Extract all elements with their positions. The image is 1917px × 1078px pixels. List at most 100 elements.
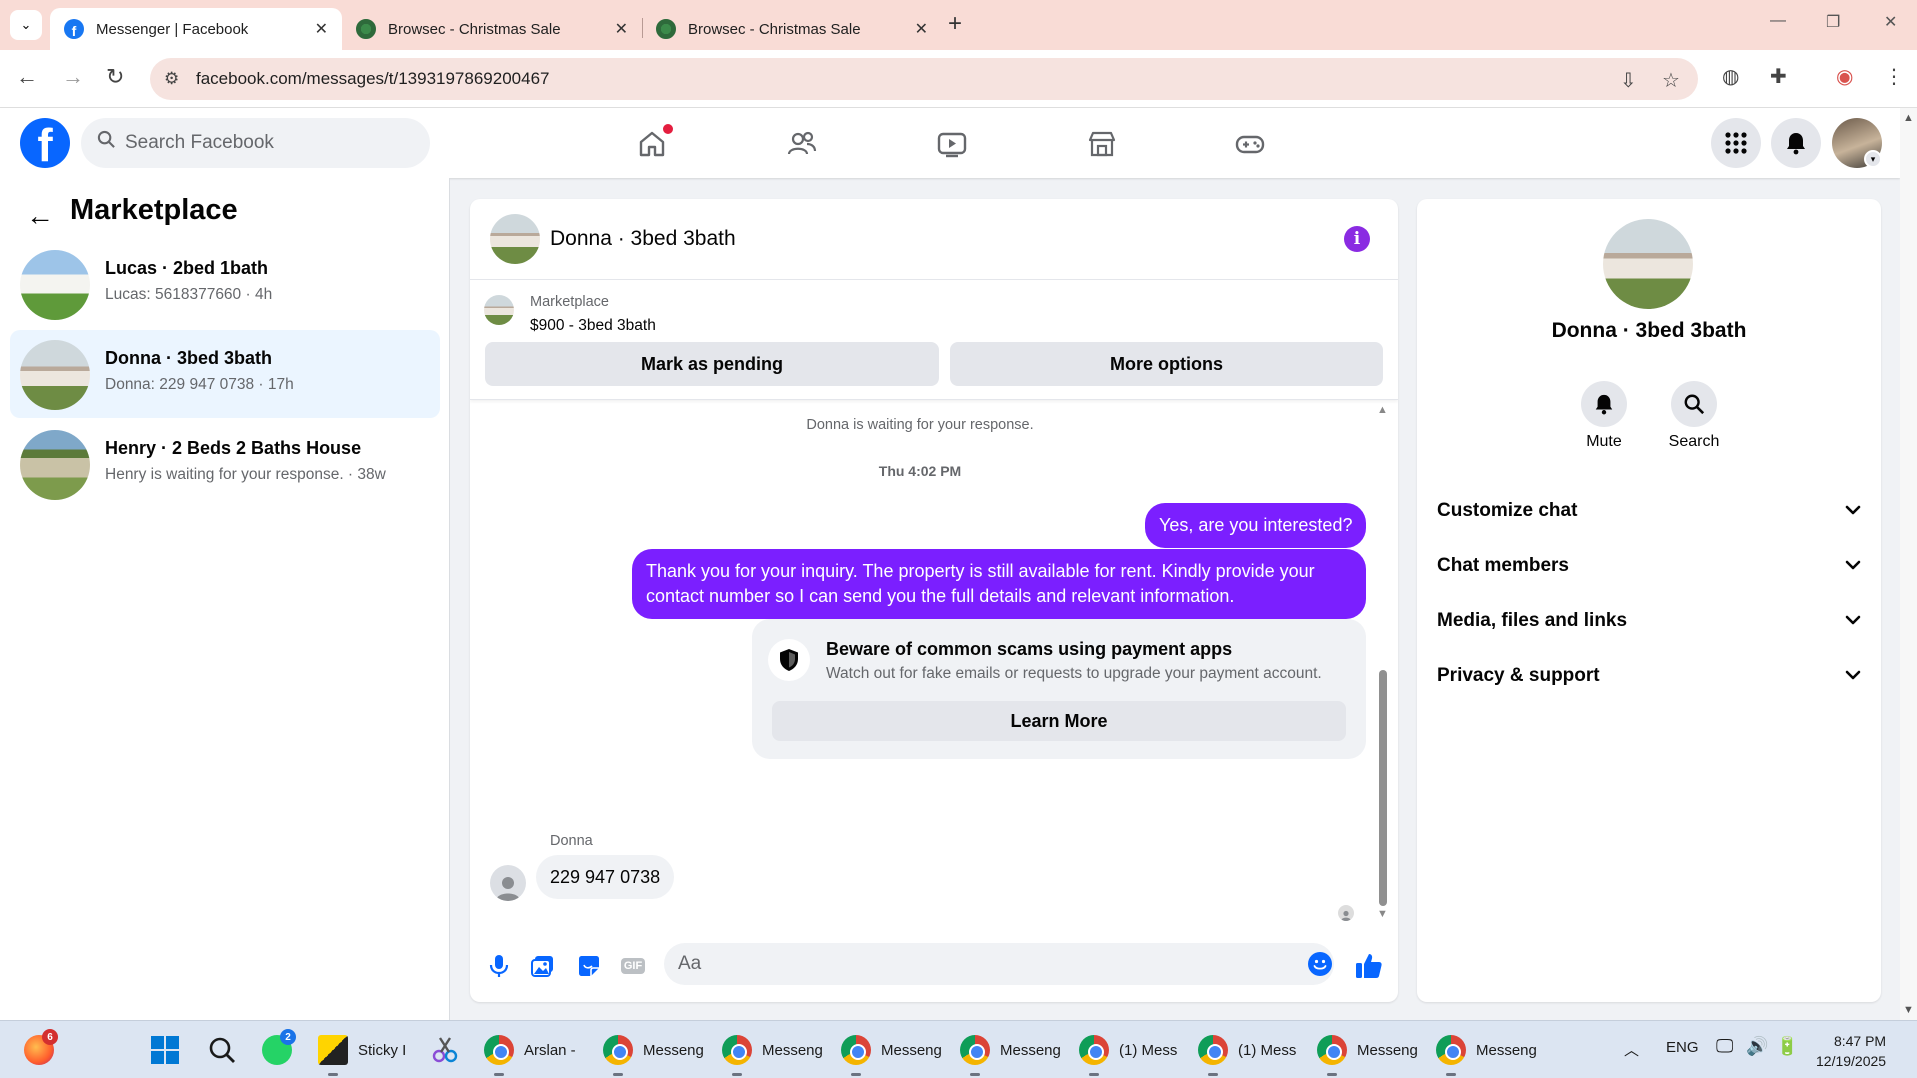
section-privacy-support[interactable]: Privacy & support — [1437, 654, 1861, 698]
chevron-down-icon[interactable]: ▾ — [1864, 150, 1882, 168]
facebook-logo-icon[interactable]: f — [20, 118, 70, 168]
thumbs-up-icon[interactable] — [1354, 951, 1384, 981]
reload-icon[interactable]: ↻ — [106, 64, 124, 90]
outgoing-message[interactable]: Yes, are you interested? — [1145, 503, 1367, 549]
scroll-down-icon[interactable]: ▼ — [1377, 908, 1388, 920]
outgoing-message[interactable]: Thank you for your inquiry. The property… — [632, 549, 1366, 620]
restore-icon[interactable]: ❐ — [1826, 12, 1840, 32]
taskbar-snipping-tool[interactable] — [430, 1030, 460, 1070]
taskbar-chrome-messenger-5[interactable]: (1) Mess — [1079, 1030, 1177, 1070]
gaming-icon[interactable] — [1230, 124, 1270, 164]
taskbar-sticky-notes[interactable]: Sticky I — [318, 1030, 406, 1070]
taskbar-chrome-messenger-4[interactable]: Messeng — [960, 1030, 1061, 1070]
info-icon[interactable]: i — [1344, 226, 1370, 252]
chat-avatar[interactable] — [490, 214, 540, 264]
gif-icon[interactable]: GIF — [618, 951, 648, 981]
page-scrollbar[interactable]: ▲ ▼ — [1900, 108, 1917, 1020]
more-options-button[interactable]: More options — [950, 342, 1383, 386]
taskbar-firefox[interactable]: 6 — [24, 1029, 64, 1070]
taskbar-start[interactable] — [150, 1030, 180, 1070]
forward-icon[interactable]: → — [62, 64, 84, 90]
message-input[interactable]: Aa — [664, 943, 1334, 985]
facebook-search-input[interactable]: Search Facebook — [81, 118, 430, 168]
scroll-down-icon[interactable]: ▼ — [1903, 1004, 1914, 1016]
photo-icon[interactable] — [528, 951, 558, 981]
close-tab-icon[interactable]: ✕ — [915, 19, 928, 39]
translate-icon[interactable]: ◍ — [1722, 64, 1739, 89]
section-customize-chat[interactable]: Customize chat — [1437, 489, 1861, 533]
microphone-icon[interactable] — [484, 951, 514, 981]
contact-avatar-icon[interactable] — [490, 865, 526, 901]
windows-start-icon — [151, 1036, 179, 1064]
notifications-button[interactable] — [1771, 118, 1821, 168]
listing-thumbnail[interactable] — [484, 295, 514, 325]
volume-icon[interactable]: 🔊 — [1746, 1036, 1768, 1057]
scroll-up-icon[interactable]: ▲ — [1903, 112, 1914, 124]
close-window-icon[interactable]: ✕ — [1884, 12, 1897, 32]
minimize-icon[interactable]: — — [1770, 12, 1786, 30]
site-settings-icon[interactable]: ⚙ — [164, 69, 179, 89]
learn-more-button[interactable]: Learn More — [772, 701, 1346, 741]
new-tab-icon[interactable]: + — [948, 10, 962, 38]
close-tab-icon[interactable]: ✕ — [315, 19, 328, 39]
taskbar-chrome-arslan[interactable]: Arslan - — [484, 1030, 576, 1070]
tab-search-button[interactable]: ⌄ — [10, 10, 42, 40]
taskbar-chrome-messenger-7[interactable]: Messeng — [1317, 1030, 1418, 1070]
gif-label-icon: GIF — [620, 958, 646, 974]
input-language[interactable]: ENG — [1666, 1039, 1699, 1056]
taskbar-chrome-messenger-1[interactable]: Messeng — [603, 1030, 704, 1070]
url-field[interactable]: ⚙ facebook.com/messages/t/13931978692004… — [150, 58, 1698, 100]
mute-button[interactable] — [1581, 381, 1627, 427]
facebook-header: f Search Facebook ▾ — [0, 108, 1900, 178]
info-avatar[interactable] — [1603, 219, 1693, 309]
conversation-item-henry[interactable]: Henry · 2 Beds 2 Baths House Henry is wa… — [10, 420, 440, 508]
profile-icon[interactable]: ◉ — [1836, 64, 1853, 89]
chat-title[interactable]: Donna · 3bed 3bath — [550, 227, 736, 251]
sticky-notes-icon — [318, 1035, 348, 1065]
sticker-icon[interactable] — [574, 951, 604, 981]
taskbar-chrome-messenger-8[interactable]: Messeng — [1436, 1030, 1537, 1070]
conversation-item-donna[interactable]: Donna · 3bed 3bath Donna: 229 947 0738 ·… — [10, 330, 440, 418]
back-arrow-icon[interactable]: ← — [26, 200, 54, 232]
taskbar-chrome-messenger-6[interactable]: (1) Mess — [1198, 1030, 1296, 1070]
friends-icon[interactable] — [782, 124, 822, 164]
taskbar-label: (1) Mess — [1238, 1041, 1297, 1059]
network-icon[interactable]: 🖵 — [1716, 1036, 1733, 1057]
close-tab-icon[interactable]: ✕ — [615, 19, 628, 39]
menu-grid-button[interactable] — [1711, 118, 1761, 168]
listing-thumbnail — [20, 250, 90, 320]
tab-browsec-2[interactable]: Browsec - Christmas Sale ✕ — [642, 8, 942, 50]
menu-kebab-icon[interactable]: ⋮ — [1884, 64, 1904, 89]
conversation-item-lucas[interactable]: Lucas · 2bed 1bath Lucas: 5618377660 · 4… — [10, 240, 440, 328]
taskbar-chrome-messenger-2[interactable]: Messeng — [722, 1030, 823, 1070]
battery-icon[interactable]: 🔋 — [1776, 1036, 1798, 1057]
scroll-up-icon[interactable]: ▲ — [1377, 404, 1388, 416]
bookmark-star-icon[interactable]: ☆ — [1662, 68, 1680, 93]
tab-browsec-1[interactable]: Browsec - Christmas Sale ✕ — [342, 8, 642, 50]
tray-overflow-chevron-icon[interactable]: ︿ — [1624, 1039, 1639, 1060]
section-media-files-links[interactable]: Media, files and links — [1437, 599, 1861, 643]
listing-price-title[interactable]: $900 - 3bed 3bath — [530, 317, 656, 335]
search-in-chat-button[interactable] — [1671, 381, 1717, 427]
taskbar-chrome-messenger-3[interactable]: Messeng — [841, 1030, 942, 1070]
install-app-icon[interactable]: ⇩ — [1620, 68, 1637, 93]
section-chat-members[interactable]: Chat members — [1437, 544, 1861, 588]
running-indicator — [970, 1073, 980, 1076]
taskbar-whatsapp[interactable]: 2 — [262, 1029, 302, 1070]
mark-as-pending-button[interactable]: Mark as pending — [485, 342, 939, 386]
tab-messenger[interactable]: f Messenger | Facebook ✕ — [50, 8, 342, 50]
video-icon[interactable] — [932, 124, 972, 164]
extensions-icon[interactable]: ✚ — [1770, 64, 1787, 89]
incoming-message[interactable]: 229 947 0738 — [536, 855, 675, 899]
conversation-preview: Henry is waiting for your response. · 38… — [105, 466, 386, 483]
chat-scrollbar[interactable]: ▲ ▼ — [1377, 404, 1388, 924]
marketplace-icon[interactable] — [1082, 124, 1122, 164]
clock-time: 8:47 PM — [1833, 1033, 1887, 1049]
system-clock[interactable]: 8:47 PM 12/19/2025 — [1816, 1031, 1886, 1071]
back-icon[interactable]: ← — [16, 64, 38, 90]
bell-icon — [1595, 394, 1613, 415]
message-timestamp: Thu 4:02 PM — [878, 463, 962, 479]
emoji-icon[interactable] — [1308, 952, 1332, 976]
scrollbar-thumb[interactable] — [1379, 670, 1387, 906]
taskbar-search[interactable] — [208, 1030, 236, 1070]
